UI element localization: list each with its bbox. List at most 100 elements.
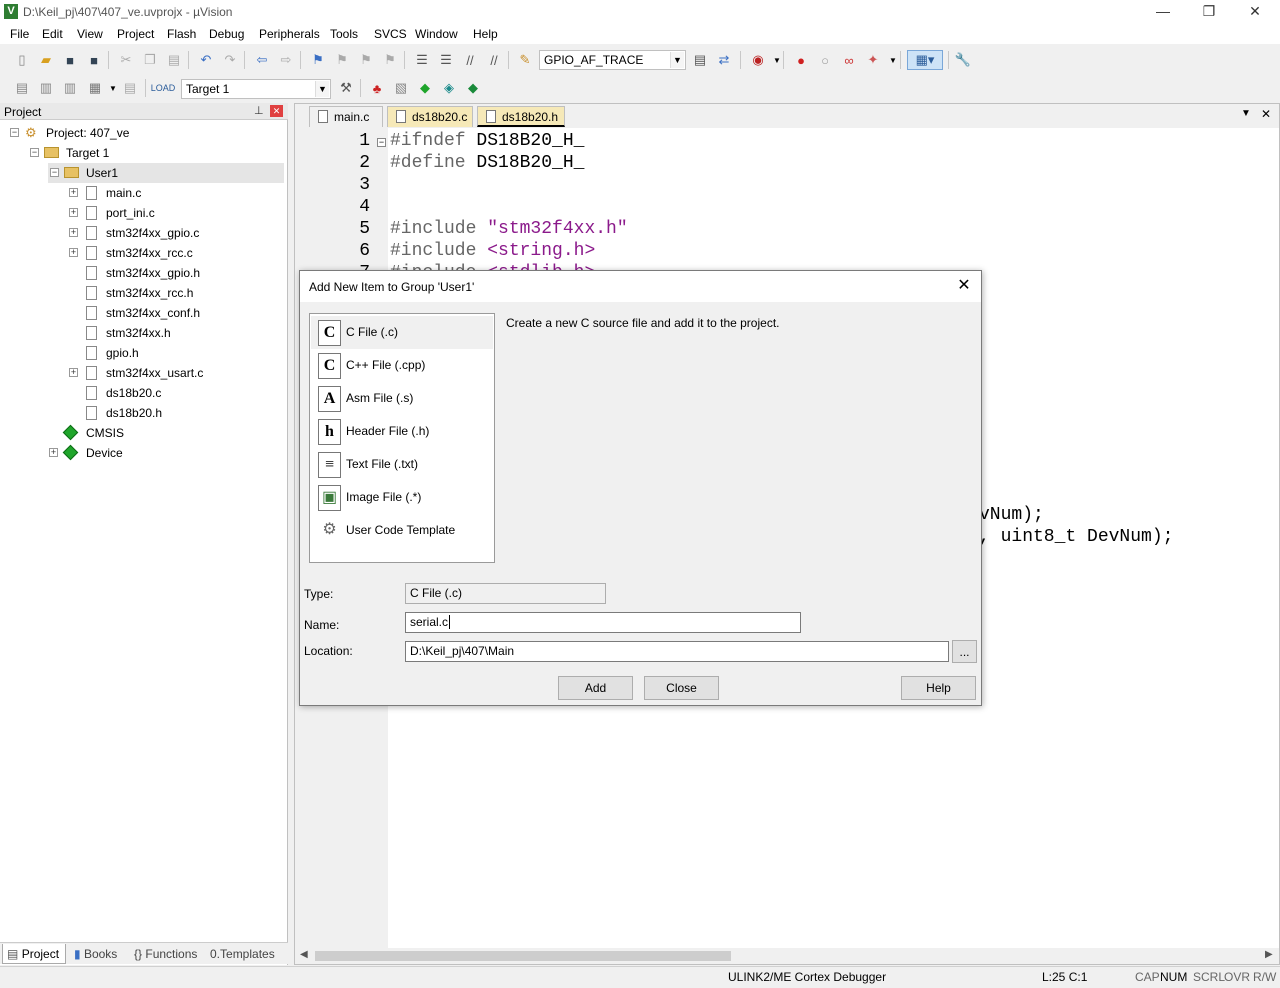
menu-flash[interactable]: Flash	[167, 27, 196, 41]
new-file-icon[interactable]: ▯	[13, 51, 31, 69]
pack-installer-icon[interactable]: ◈	[440, 79, 458, 97]
tree-file[interactable]: stm32f4xx_conf.h	[68, 303, 268, 323]
tree-file[interactable]: + main.c	[68, 183, 268, 203]
copy-icon[interactable]: ❐	[141, 51, 159, 69]
configure-wrench-icon[interactable]: 🔧	[954, 51, 972, 69]
tree-file[interactable]: + stm32f4xx_rcc.c	[68, 243, 268, 263]
pin-icon[interactable]: ⊥	[254, 104, 264, 117]
incremental-find-icon[interactable]: ⇄	[715, 51, 733, 69]
expand-icon[interactable]: +	[49, 448, 58, 457]
save-icon[interactable]: ■	[61, 51, 79, 69]
help-button[interactable]: Help	[901, 676, 976, 700]
tab-project[interactable]: ▤ Project	[2, 944, 66, 964]
indent-icon[interactable]: ☰	[413, 51, 431, 69]
tree-file[interactable]: + stm32f4xx_usart.c	[68, 363, 268, 383]
target-combo[interactable]: Target 1 ▼	[181, 79, 331, 99]
type-item-c-file[interactable]: C C File (.c)	[311, 316, 493, 349]
chevron-down-icon[interactable]: ▼	[315, 81, 329, 97]
tree-project-root[interactable]: − ⚙ Project: 407_ve	[8, 123, 278, 143]
menu-help[interactable]: Help	[473, 27, 498, 41]
batch-build-icon[interactable]: ▦	[86, 79, 104, 97]
menu-tools[interactable]: Tools	[330, 27, 358, 41]
unindent-icon[interactable]: ☰	[437, 51, 455, 69]
collapse-icon[interactable]: −	[50, 168, 59, 177]
horizontal-scrollbar[interactable]: ◀ ▶	[295, 948, 1279, 964]
find-icon[interactable]: ▤	[691, 51, 709, 69]
menu-view[interactable]: View	[77, 27, 103, 41]
navigate-forward-icon[interactable]: ⇨	[277, 51, 295, 69]
tree-cmsis[interactable]: CMSIS	[48, 423, 248, 443]
menu-project[interactable]: Project	[117, 27, 154, 41]
tree-group-user1[interactable]: − User1	[48, 163, 284, 183]
expand-icon[interactable]: +	[69, 228, 78, 237]
open-file-icon[interactable]: ▰	[37, 51, 55, 69]
file-extensions-icon[interactable]: ♣	[368, 79, 386, 97]
tree-file[interactable]: stm32f4xx_gpio.h	[68, 263, 268, 283]
menu-peripherals[interactable]: Peripherals	[259, 27, 320, 41]
tree-file[interactable]: + stm32f4xx_gpio.c	[68, 223, 268, 243]
expand-icon[interactable]: +	[69, 188, 78, 197]
breakpoint-enable-icon[interactable]: ○	[816, 51, 834, 69]
expand-icon[interactable]: +	[69, 368, 78, 377]
scrollbar-thumb[interactable]	[315, 951, 731, 961]
menu-edit[interactable]: Edit	[42, 27, 63, 41]
fold-collapse-icon[interactable]: −	[377, 138, 386, 147]
collapse-icon[interactable]: −	[10, 128, 19, 137]
menu-debug[interactable]: Debug	[209, 27, 244, 41]
bookmark-clear-icon[interactable]: ⚑	[381, 51, 399, 69]
tree-file[interactable]: ds18b20.h	[68, 403, 268, 423]
scroll-left-icon[interactable]: ◀	[300, 949, 308, 960]
scroll-right-icon[interactable]: ▶	[1265, 949, 1273, 960]
menu-window[interactable]: Window	[415, 27, 458, 41]
add-button[interactable]: Add	[558, 676, 633, 700]
tree-file[interactable]: stm32f4xx.h	[68, 323, 268, 343]
type-item-text-file[interactable]: ≡ Text File (.txt)	[311, 448, 493, 481]
close-tab-icon[interactable]: ✕	[1261, 107, 1271, 121]
minimize-button[interactable]: —	[1140, 0, 1186, 24]
tab-ds18b20-c[interactable]: ds18b20.c	[387, 106, 473, 127]
build-icon[interactable]: ▥	[37, 79, 55, 97]
tab-ds18b20-h[interactable]: ds18b20.h	[477, 106, 565, 127]
menu-svcs[interactable]: SVCS	[374, 27, 407, 41]
name-input[interactable]: serial.c	[405, 612, 801, 633]
bookmark-next-icon[interactable]: ⚑	[357, 51, 375, 69]
uncomment-icon[interactable]: //	[485, 51, 503, 69]
close-window-button[interactable]: ✕	[1232, 0, 1278, 24]
tree-target[interactable]: − Target 1	[28, 143, 278, 163]
rebuild-icon[interactable]: ▥	[61, 79, 79, 97]
debug-session-icon[interactable]: ◉	[749, 51, 767, 69]
select-packs-icon[interactable]: ◆	[464, 79, 482, 97]
manage-components-icon[interactable]: ▧	[392, 79, 410, 97]
location-input[interactable]: D:\Keil_pj\407\Main	[405, 641, 949, 662]
type-item-image-file[interactable]: ▣ Image File (.*)	[311, 481, 493, 514]
target-options-icon[interactable]: ⚒	[337, 79, 355, 97]
type-item-asm-file[interactable]: A Asm File (.s)	[311, 382, 493, 415]
type-item-header-file[interactable]: h Header File (.h)	[311, 415, 493, 448]
tree-file[interactable]: + port_ini.c	[68, 203, 268, 223]
browse-location-button[interactable]: ...	[952, 640, 977, 663]
dialog-close-icon[interactable]: ✕	[955, 276, 973, 296]
breakpoint-insert-icon[interactable]: ●	[792, 51, 810, 69]
find-in-files-icon[interactable]: ✎	[516, 51, 534, 69]
translate-icon[interactable]: ▤	[13, 79, 31, 97]
chevron-down-icon[interactable]: ▼	[104, 79, 122, 97]
breakpoint-kill-all-icon[interactable]: ✦	[864, 51, 882, 69]
breakpoint-disable-all-icon[interactable]: ∞	[840, 51, 858, 69]
menu-file[interactable]: File	[10, 27, 29, 41]
paste-icon[interactable]: ▤	[165, 51, 183, 69]
expand-icon[interactable]: +	[69, 248, 78, 257]
run-time-environment-icon[interactable]: ◆	[416, 79, 434, 97]
type-item-cpp-file[interactable]: C C++ File (.cpp)	[311, 349, 493, 382]
bookmark-toggle-icon[interactable]: ⚑	[309, 51, 327, 69]
collapse-icon[interactable]: −	[30, 148, 39, 157]
stop-build-icon[interactable]: ▤	[121, 79, 139, 97]
tab-main-c[interactable]: main.c	[309, 106, 383, 127]
save-all-icon[interactable]: ■	[85, 51, 103, 69]
find-combo[interactable]: GPIO_AF_TRACE ▼	[539, 50, 686, 70]
tab-books[interactable]: ▮ Books	[70, 944, 128, 964]
tree-file[interactable]: stm32f4xx_rcc.h	[68, 283, 268, 303]
tab-templates[interactable]: 0.Templates	[206, 944, 286, 964]
close-panel-icon[interactable]: ✕	[270, 105, 283, 117]
tree-file[interactable]: gpio.h	[68, 343, 268, 363]
close-button[interactable]: Close	[644, 676, 719, 700]
